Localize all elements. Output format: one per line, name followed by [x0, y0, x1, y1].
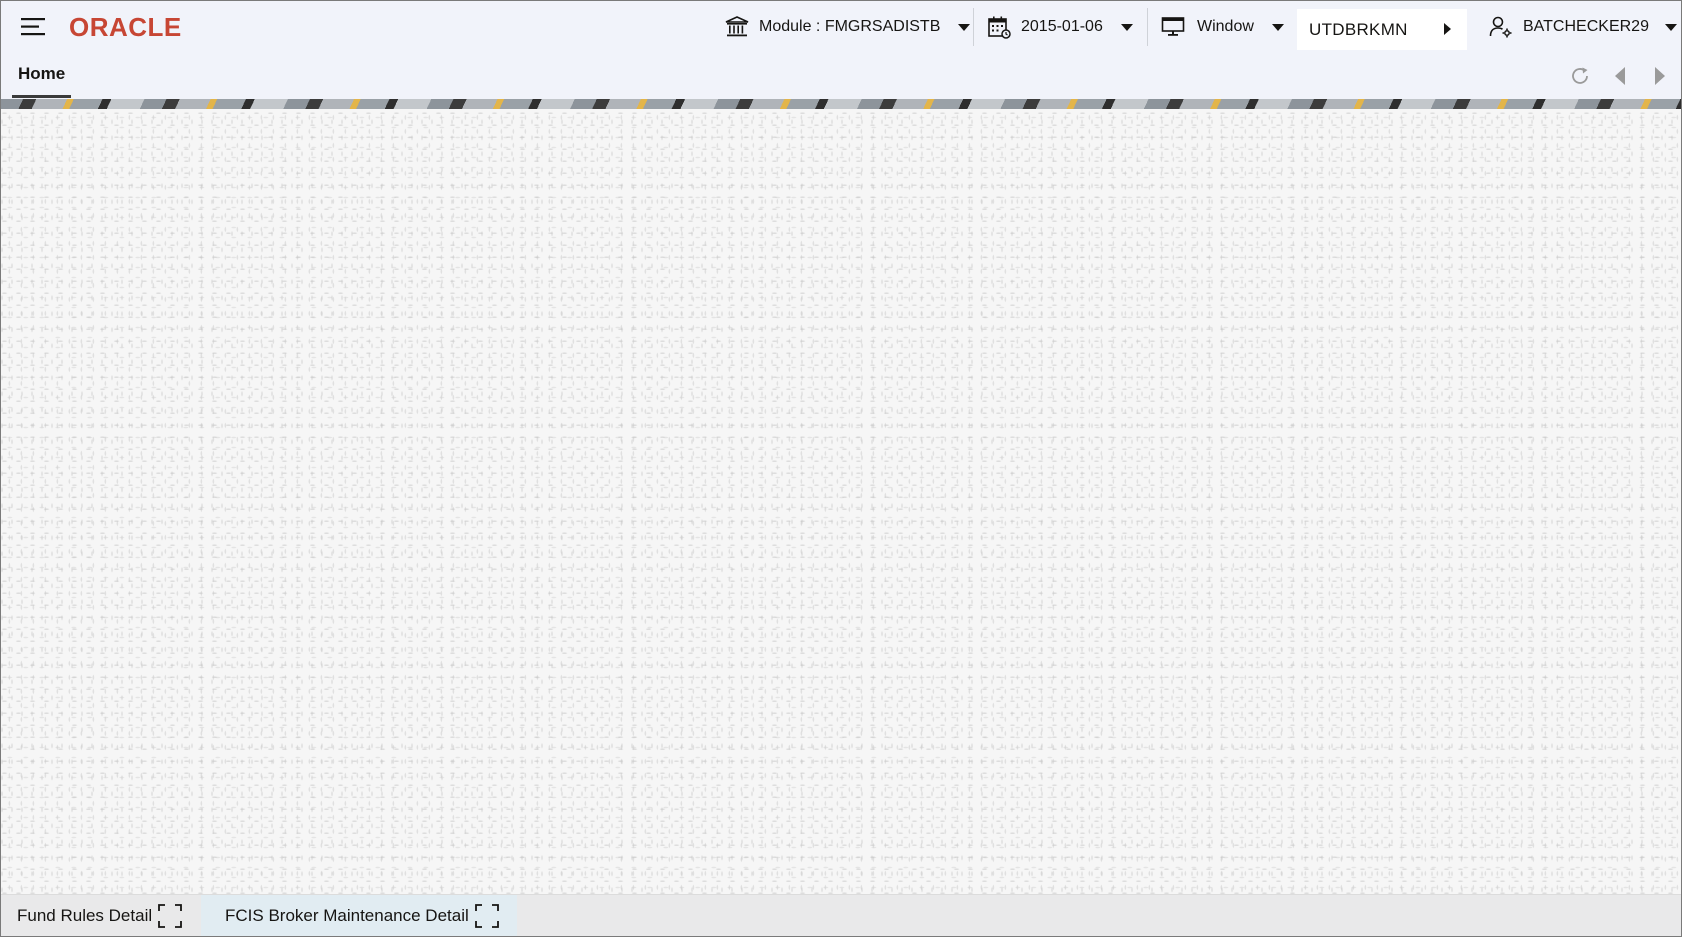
- refresh-icon[interactable]: [1567, 63, 1593, 89]
- maximize-icon[interactable]: [469, 904, 499, 928]
- chevron-down-icon: [1120, 23, 1133, 31]
- task-fcis-broker-maintenance-detail[interactable]: FCIS Broker Maintenance Detail: [201, 895, 517, 936]
- maximize-icon[interactable]: [152, 904, 183, 928]
- chevron-down-icon: [958, 23, 971, 31]
- chevron-down-icon: [1664, 23, 1677, 31]
- chevron-down-icon: [1271, 23, 1284, 31]
- hamburger-menu-icon[interactable]: [21, 18, 47, 36]
- chevron-left-icon[interactable]: [1607, 63, 1633, 89]
- oracle-logo: ORACLE: [69, 12, 182, 42]
- top-header: ORACLE Module : FMGRSADISTB 2015-01-06 W…: [1, 1, 1681, 53]
- decorative-banner: [1, 99, 1681, 109]
- branch-selector[interactable]: UTDBRKMN: [1297, 9, 1467, 50]
- branch-label: UTDBRKMN: [1309, 19, 1408, 39]
- window-taskbar: Fund Rules Detail FCIS Broker Maintenanc…: [1, 894, 1681, 936]
- tab-bar: Home: [1, 53, 1681, 99]
- date-selector[interactable]: 2015-01-06: [987, 1, 1133, 53]
- window-label: Window: [1197, 18, 1254, 35]
- main-workspace: [1, 109, 1681, 894]
- module-selector[interactable]: Module : FMGRSADISTB: [725, 1, 971, 53]
- header-divider: [973, 8, 974, 46]
- chevron-right-icon[interactable]: [1647, 63, 1673, 89]
- task-label: FCIS Broker Maintenance Detail: [225, 906, 469, 925]
- application-window: ORACLE Module : FMGRSADISTB 2015-01-06 W…: [0, 0, 1682, 937]
- monitor-icon: [1161, 15, 1185, 39]
- task-fund-rules-detail[interactable]: Fund Rules Detail: [1, 895, 194, 936]
- date-label: 2015-01-06: [1021, 18, 1103, 35]
- module-label: Module : FMGRSADISTB: [759, 18, 941, 35]
- user-settings-icon: [1489, 15, 1513, 39]
- caret-right-icon: [1444, 23, 1451, 35]
- calendar-icon: [987, 15, 1011, 39]
- header-divider: [1147, 8, 1148, 46]
- window-selector[interactable]: Window: [1161, 1, 1284, 53]
- user-label: BATCHECKER29: [1523, 18, 1649, 35]
- user-menu[interactable]: BATCHECKER29: [1489, 1, 1677, 53]
- task-label: Fund Rules Detail: [17, 906, 153, 925]
- bank-icon: [725, 15, 749, 39]
- tab-home[interactable]: Home: [12, 53, 72, 98]
